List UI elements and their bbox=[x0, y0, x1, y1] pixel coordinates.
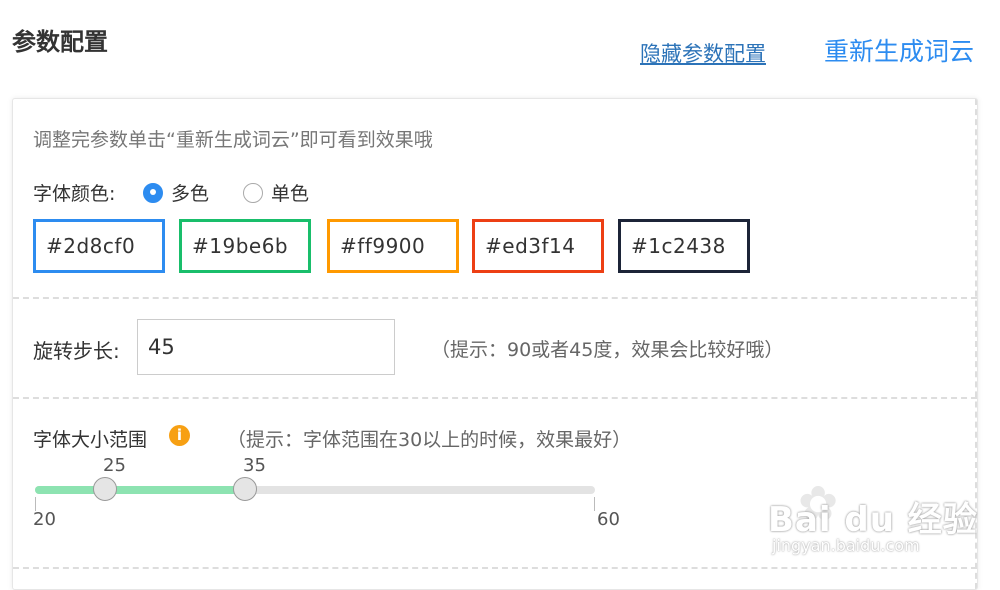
slider-max-label: 60 bbox=[597, 509, 620, 530]
slider-min-label: 20 bbox=[33, 509, 56, 530]
radio-multicolor[interactable]: 多色 bbox=[143, 179, 209, 206]
slider-high-value: 35 bbox=[243, 455, 266, 476]
rotation-step-label: 旋转步长: bbox=[33, 339, 120, 363]
color-swatch-input[interactable]: #19be6b bbox=[179, 219, 311, 273]
section-divider bbox=[13, 567, 977, 569]
color-swatch-input[interactable]: #1c2438 bbox=[618, 219, 750, 273]
radio-unchecked-icon bbox=[243, 182, 263, 203]
slider-high-handle[interactable] bbox=[233, 477, 257, 501]
page-title: 参数配置 bbox=[12, 28, 108, 56]
slider-max-tick bbox=[594, 497, 595, 511]
section-divider bbox=[13, 397, 977, 399]
font-size-range-label: 字体大小范围 bbox=[33, 429, 148, 451]
watermark-url: jingyan.baidu.com bbox=[772, 536, 920, 555]
section-divider bbox=[13, 297, 977, 299]
watermark-brand: Bai du 经验 bbox=[768, 500, 978, 540]
color-swatch-input[interactable]: #2d8cf0 bbox=[33, 219, 165, 273]
config-hint: 调整完参数单击“重新生成词云”即可看到效果哦 bbox=[33, 129, 433, 151]
color-swatch-input[interactable]: #ed3f14 bbox=[472, 219, 604, 273]
font-color-label: 字体颜色: bbox=[33, 183, 116, 205]
regenerate-wordcloud-link[interactable]: 重新生成词云 bbox=[824, 32, 974, 68]
radio-single-color[interactable]: 单色 bbox=[243, 179, 309, 206]
slider-low-handle[interactable] bbox=[93, 477, 117, 501]
slider-low-value: 25 bbox=[103, 455, 126, 476]
color-swatch-input[interactable]: #ff9900 bbox=[327, 219, 459, 273]
radio-checked-icon bbox=[143, 182, 163, 203]
font-size-range-tip: （提示：字体范围在30以上的时候，效果最好） bbox=[227, 429, 632, 451]
rotation-step-tip: （提示：90或者45度，效果会比较好哦） bbox=[431, 339, 784, 361]
rotation-step-input[interactable]: 45 bbox=[137, 319, 395, 375]
radio-single-color-label: 单色 bbox=[271, 183, 310, 205]
radio-multicolor-label: 多色 bbox=[171, 183, 210, 205]
hide-config-link[interactable]: 隐藏参数配置 bbox=[640, 38, 766, 68]
info-icon[interactable]: i bbox=[169, 425, 190, 446]
font-size-slider-fill bbox=[35, 486, 245, 494]
